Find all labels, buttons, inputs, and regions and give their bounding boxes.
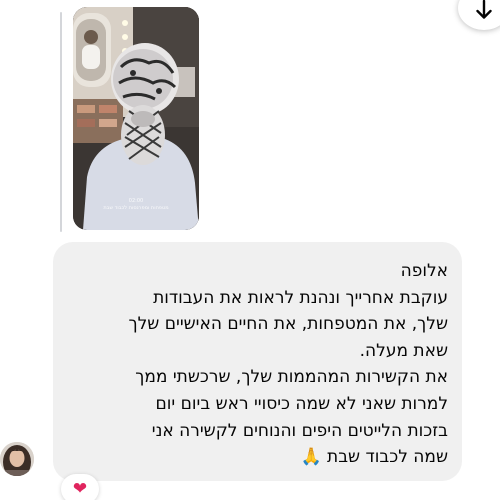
praying-hands-icon: 🙏 [300, 447, 322, 468]
story-reply-indicator [60, 12, 62, 232]
message-text: אלופה עוקבת אחרייך ונהנת לראות את העבודו… [71, 258, 448, 471]
message-line: עוקבת אחרייך ונהנת לראות את העבודות [153, 287, 448, 308]
sender-avatar[interactable] [0, 442, 34, 476]
message-line: אלופה [400, 261, 448, 281]
message-reaction[interactable]: ❤ [61, 474, 99, 500]
heart-icon: ❤ [72, 479, 88, 499]
arrow-down-icon [476, 0, 492, 19]
story-caption-text: מטפחות ומפרנסות לכבוד שבת [103, 205, 169, 211]
scroll-to-bottom-button[interactable] [458, 0, 500, 30]
message-line: שלך, את המטפחות, את החיים האישיים שלך [128, 314, 448, 335]
story-caption-time: 02:00 [128, 198, 144, 204]
message-line-last: שמה לכבוד שבת 🙏 [71, 444, 448, 471]
avatar-image [0, 442, 34, 476]
message-line: את הקשירות המהממות שלך, שרכשתי ממך [135, 367, 448, 388]
message-line: שאת מעלה. [359, 340, 448, 361]
story-thumbnail[interactable]: 02:00 מטפחות ומפרנסות לכבוד שבת [73, 7, 199, 230]
story-caption: 02:00 מטפחות ומפרנסות לכבוד שבת [73, 198, 199, 212]
story-image [73, 7, 199, 230]
messenger-conversation: 02:00 מטפחות ומפרנסות לכבוד שבת אלופה עו… [0, 0, 500, 500]
message-bubble[interactable]: אלופה עוקבת אחרייך ונהנת לראות את העבודו… [53, 242, 462, 481]
message-line-text: שמה לכבוד שבת [327, 447, 448, 468]
message-line: בזכות הלייטים היפים והנוחים לקשירה אני [151, 420, 448, 441]
message-line: למרות שאני לא שמה כיסויי ראש ביום יום [155, 393, 449, 414]
